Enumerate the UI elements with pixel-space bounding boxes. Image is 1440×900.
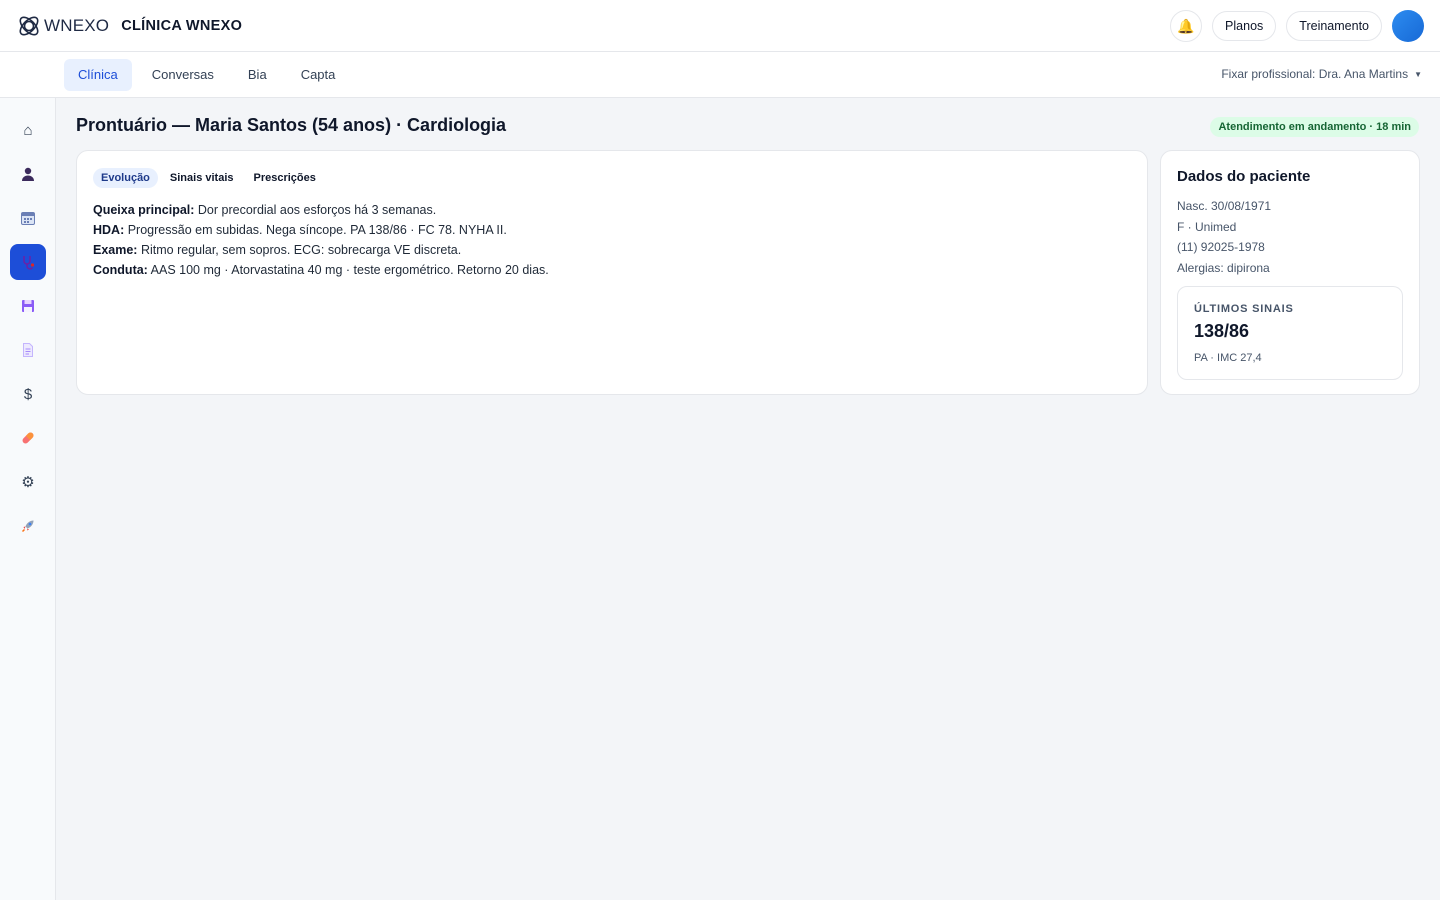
patient-allergies: Alergias: dipirona (1177, 260, 1270, 275)
note-value: Dor precordial aos esforços há 3 semanas… (194, 203, 437, 217)
note-line: Conduta: AAS 100 mg · Atorvastatina 40 m… (93, 260, 549, 280)
tab-sinais-vitais[interactable]: Sinais vitais (162, 168, 242, 188)
page-title: Prontuário — Maria Santos (54 anos) · Ca… (76, 115, 507, 135)
notifications-button[interactable]: 🔔 (1170, 10, 1203, 42)
patient-card: Dados do paciente Nasc. 30/08/1971 F · U… (1160, 150, 1420, 395)
document-icon[interactable] (10, 332, 46, 368)
tab-evolucao[interactable]: Evolução (93, 168, 158, 188)
brand-wordmark: WNEXO (44, 15, 110, 35)
tab-capta[interactable]: Capta (287, 59, 350, 91)
patient-phone: (11) 92025-1978 (1177, 240, 1265, 254)
infinity-knot-icon (14, 11, 44, 41)
plans-button[interactable]: Planos (1212, 11, 1277, 41)
record-card: Evolução Sinais vitais Prescrições Queix… (76, 150, 1148, 395)
note-value: Ritmo regular, sem sopros. ECG: sobrecar… (137, 243, 462, 257)
fix-professional-select[interactable]: Fixar profissional: Dra. Ana Martins ▼ (1221, 67, 1422, 81)
brand[interactable]: WNEXO CLÍNICA WNEXO (14, 11, 242, 41)
tab-bia[interactable]: Bia (234, 59, 281, 91)
top-bar: WNEXO CLÍNICA WNEXO 🔔 Planos Treinamento (0, 0, 1440, 52)
dollar-icon[interactable]: $ (10, 376, 46, 412)
tab-clinica[interactable]: Clínica (64, 58, 132, 91)
patient-card-title: Dados do paciente (1177, 168, 1311, 185)
training-button[interactable]: Treinamento (1286, 11, 1382, 41)
note-line: Exame: Ritmo regular, sem sopros. ECG: s… (93, 240, 549, 260)
note-line: HDA: Progressão em subidas. Nega síncope… (93, 220, 549, 240)
note-key: Exame: (93, 243, 138, 257)
patient-birth: Nasc. 30/08/1971 (1177, 199, 1272, 213)
last-vitals-box: ÚLTIMOS SINAIS 138/86 PA · IMC 27,4 (1177, 286, 1403, 380)
pill-icon[interactable] (10, 420, 46, 456)
calendar-icon[interactable] (10, 200, 46, 236)
patient-details: Nasc. 30/08/1971 F · Unimed (11) 92025-1… (1177, 196, 1271, 278)
sub-navigation: Clínica Conversas Bia Capta Fixar profis… (0, 52, 1440, 98)
patient-sex-plan: F · Unimed (1177, 219, 1237, 234)
evolution-notes: Queixa principal: Dor precordial aos esf… (93, 200, 549, 280)
caret-down-icon: ▼ (1414, 69, 1422, 79)
note-line: Queixa principal: Dor precordial aos esf… (93, 200, 549, 220)
stethoscope-icon[interactable] (10, 244, 46, 280)
module-tabs: Clínica Conversas Bia Capta (64, 58, 350, 91)
clinic-name: CLÍNICA WNEXO (121, 17, 243, 34)
tab-prescricoes[interactable]: Prescrições (246, 168, 324, 188)
note-value: Progressão em subidas. Nega síncope. PA … (124, 223, 507, 237)
last-vitals-label: ÚLTIMOS SINAIS (1194, 303, 1294, 315)
rocket-icon[interactable] (10, 508, 46, 544)
record-tabs: Evolução Sinais vitais Prescrições (93, 168, 324, 188)
note-key: Queixa principal: (93, 203, 195, 217)
tab-conversas[interactable]: Conversas (138, 59, 228, 91)
avatar[interactable] (1392, 10, 1424, 42)
fix-professional-label: Fixar profissional: Dra. Ana Martins (1221, 67, 1409, 81)
note-value: AAS 100 mg · Atorvastatina 40 mg · teste… (147, 263, 549, 277)
save-icon[interactable] (10, 288, 46, 324)
gear-icon[interactable]: ⚙ (10, 464, 46, 500)
bell-icon: 🔔 (1177, 17, 1195, 34)
last-vitals-sub: PA · IMC 27,4 (1194, 352, 1262, 364)
top-actions: 🔔 Planos Treinamento (1170, 10, 1424, 42)
last-vitals-value: 138/86 (1194, 321, 1250, 341)
sidebar: ⌂ $ ⚙ (0, 98, 56, 900)
status-badge: Atendimento em andamento · 18 min (1210, 117, 1419, 137)
note-key: HDA: (93, 223, 125, 237)
note-key: Conduta: (93, 263, 148, 277)
user-icon[interactable] (10, 156, 46, 192)
home-icon[interactable]: ⌂ (10, 112, 46, 148)
